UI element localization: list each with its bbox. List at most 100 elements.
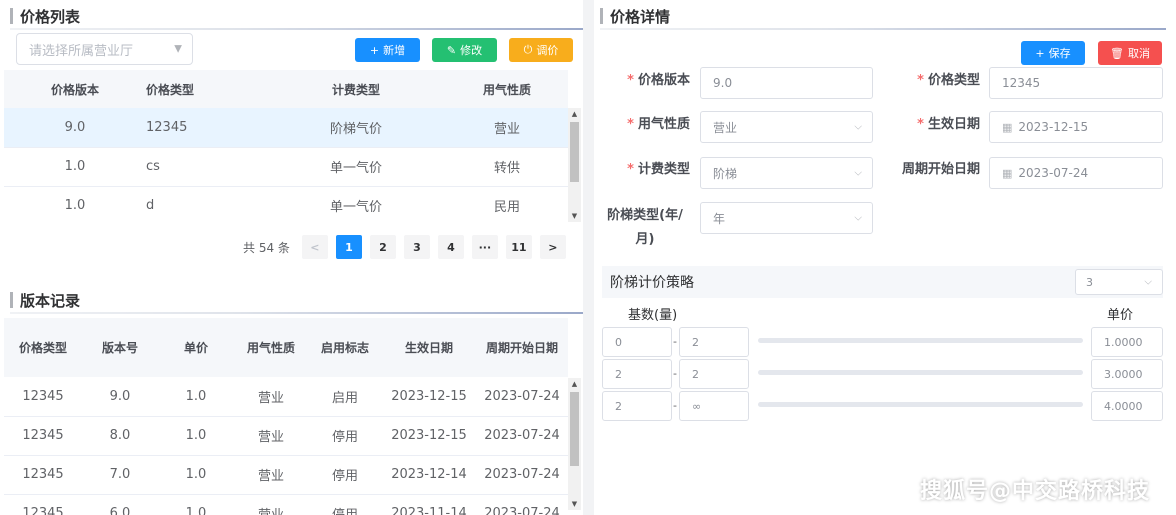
- chevron-down-icon: ⌵: [854, 167, 862, 179]
- page-button[interactable]: 3: [403, 235, 430, 259]
- gas-nature-select[interactable]: 营业 ⌵: [700, 111, 873, 143]
- tier-price-input[interactable]: 1.0000: [1091, 327, 1163, 357]
- calendar-icon: ▦: [1002, 166, 1013, 180]
- column-header[interactable]: 价格版本: [4, 70, 146, 108]
- page-button[interactable]: 4: [437, 235, 464, 259]
- input-value: 2: [692, 367, 699, 381]
- input-value: ∞: [692, 399, 702, 413]
- date-value: 2023-12-15: [1018, 120, 1089, 134]
- version-records-title: 版本记录: [10, 290, 80, 311]
- table-row[interactable]: 12345 7.0 1.0 营业 停用 2023-12-14 2023-07-2…: [4, 455, 568, 495]
- cycle-start-date-picker[interactable]: ▦ 2023-07-24: [989, 157, 1163, 189]
- scroll-up-icon[interactable]: ▲: [568, 108, 581, 120]
- tier-from-input[interactable]: 2: [602, 359, 672, 389]
- input-value: 9.0: [713, 76, 733, 90]
- tier-from-input[interactable]: 2: [602, 391, 672, 421]
- input-value: 1.0000: [1104, 335, 1143, 349]
- required-mark: *: [627, 117, 634, 132]
- column-header[interactable]: 版本号: [82, 318, 158, 377]
- tier-slider[interactable]: [758, 338, 1083, 343]
- label-text: 阶梯类型(年/: [607, 208, 683, 223]
- edit-button[interactable]: ✎ 修改: [432, 38, 497, 62]
- table-row[interactable]: 1.0 d 单一气价 民用: [4, 186, 568, 222]
- column-header[interactable]: 启用标志: [308, 318, 382, 377]
- price-column-label: 单价: [1107, 308, 1134, 323]
- tier-price-input[interactable]: 4.0000: [1091, 391, 1163, 421]
- adjust-price-button[interactable]: ⏻ 调价: [509, 38, 573, 62]
- base-column-label: 基数(量): [628, 308, 678, 323]
- table-cell: 1.0: [4, 186, 146, 222]
- column-header[interactable]: 单价: [158, 318, 234, 377]
- tier-slider[interactable]: [758, 370, 1083, 375]
- required-mark: *: [917, 73, 924, 88]
- page-button[interactable]: 11: [505, 235, 532, 259]
- label-text: 价格类型: [927, 73, 980, 88]
- column-header[interactable]: 计费类型: [266, 70, 446, 108]
- table-row[interactable]: 9.0 12345 阶梯气价 营业: [4, 108, 568, 148]
- more-pages-button[interactable]: ···: [471, 235, 498, 259]
- column-header[interactable]: 价格类型: [4, 318, 82, 377]
- price-list-table: 价格版本 价格类型 计费类型 用气性质 9.0 12345 阶梯气价 营业 1.…: [4, 70, 568, 222]
- table-row[interactable]: 1.0 cs 单一气价 转供: [4, 147, 568, 187]
- tier-slider[interactable]: [758, 402, 1083, 407]
- scroll-down-icon[interactable]: ▼: [568, 498, 581, 510]
- table-row[interactable]: 12345 8.0 1.0 营业 停用 2023-12-15 2023-07-2…: [4, 416, 568, 456]
- title-divider: [10, 28, 583, 30]
- tier-type-select[interactable]: 年 ⌵: [700, 202, 873, 234]
- save-button[interactable]: + 保存: [1021, 41, 1085, 65]
- table-cell: 停用: [308, 494, 382, 515]
- table-cell: 12345: [4, 377, 82, 417]
- add-button[interactable]: + 新增: [355, 38, 420, 62]
- column-header[interactable]: 用气性质: [446, 70, 568, 108]
- column-header[interactable]: 价格类型: [146, 70, 266, 108]
- chevron-down-icon: ⌵: [854, 121, 862, 133]
- pagination: 共 54 条 < 1 2 3 4 ··· 11 >: [243, 235, 566, 259]
- column-header[interactable]: 生效日期: [382, 318, 476, 377]
- table-header-row: 价格类型 版本号 单价 用气性质 启用标志 生效日期 周期开始日期: [4, 318, 568, 377]
- table-header-row: 价格版本 价格类型 计费类型 用气性质: [4, 70, 568, 108]
- scroll-up-icon[interactable]: ▲: [568, 378, 581, 390]
- tier-from-input[interactable]: 0: [602, 327, 672, 357]
- effective-date-picker[interactable]: ▦ 2023-12-15: [989, 111, 1163, 143]
- plus-icon: +: [1035, 46, 1045, 60]
- page-button[interactable]: 2: [369, 235, 396, 259]
- tier-to-input[interactable]: 2: [679, 359, 749, 389]
- table-cell: d: [146, 186, 266, 222]
- tier-to-input[interactable]: ∞: [679, 391, 749, 421]
- tier-to-input[interactable]: 2: [679, 327, 749, 357]
- table-cell: 2023-12-15: [382, 377, 476, 417]
- column-header[interactable]: 周期开始日期: [476, 318, 568, 377]
- label-text: 价格版本: [637, 73, 690, 88]
- prev-page-button[interactable]: <: [301, 235, 328, 259]
- column-header[interactable]: 用气性质: [234, 318, 308, 377]
- edit-button-label: 修改: [460, 44, 483, 57]
- label-text: 生效日期: [927, 117, 980, 132]
- price-version-input[interactable]: 9.0: [700, 67, 873, 99]
- save-button-label: 保存: [1048, 47, 1071, 60]
- table-cell: 营业: [234, 455, 308, 495]
- tier-count-select[interactable]: 3 ⌵: [1075, 269, 1163, 295]
- table-cell: 12345: [4, 494, 82, 515]
- trash-icon: 🗑: [1110, 46, 1124, 60]
- billing-type-select[interactable]: 阶梯 ⌵: [700, 157, 873, 189]
- scroll-down-icon[interactable]: ▼: [568, 210, 581, 222]
- page-button[interactable]: 1: [335, 235, 362, 259]
- table-cell: 7.0: [82, 455, 158, 495]
- cancel-button[interactable]: 🗑 取消: [1098, 41, 1162, 65]
- input-value: 2: [692, 335, 699, 349]
- scrollbar-thumb[interactable]: [570, 122, 579, 182]
- range-separator: -: [673, 335, 677, 348]
- version-records-scrollbar[interactable]: ▲ ▼: [568, 378, 581, 510]
- table-cell: 1.0: [158, 416, 234, 456]
- table-cell: 2023-11-14: [382, 494, 476, 515]
- hall-select[interactable]: 请选择所属营业厅 ▼: [16, 33, 193, 65]
- table-cell: 12345: [146, 108, 266, 148]
- table-row[interactable]: 12345 9.0 1.0 营业 启用 2023-12-15 2023-07-2…: [4, 377, 568, 417]
- next-page-button[interactable]: >: [539, 235, 566, 259]
- price-list-scrollbar[interactable]: ▲ ▼: [568, 108, 581, 222]
- table-row[interactable]: 12345 6.0 1.0 营业 停用 2023-11-14 2023-07-2…: [4, 494, 568, 515]
- price-version-label: * 价格版本: [600, 70, 690, 92]
- scrollbar-thumb[interactable]: [570, 392, 579, 466]
- tier-price-input[interactable]: 3.0000: [1091, 359, 1163, 389]
- price-type-input[interactable]: 12345: [989, 67, 1163, 99]
